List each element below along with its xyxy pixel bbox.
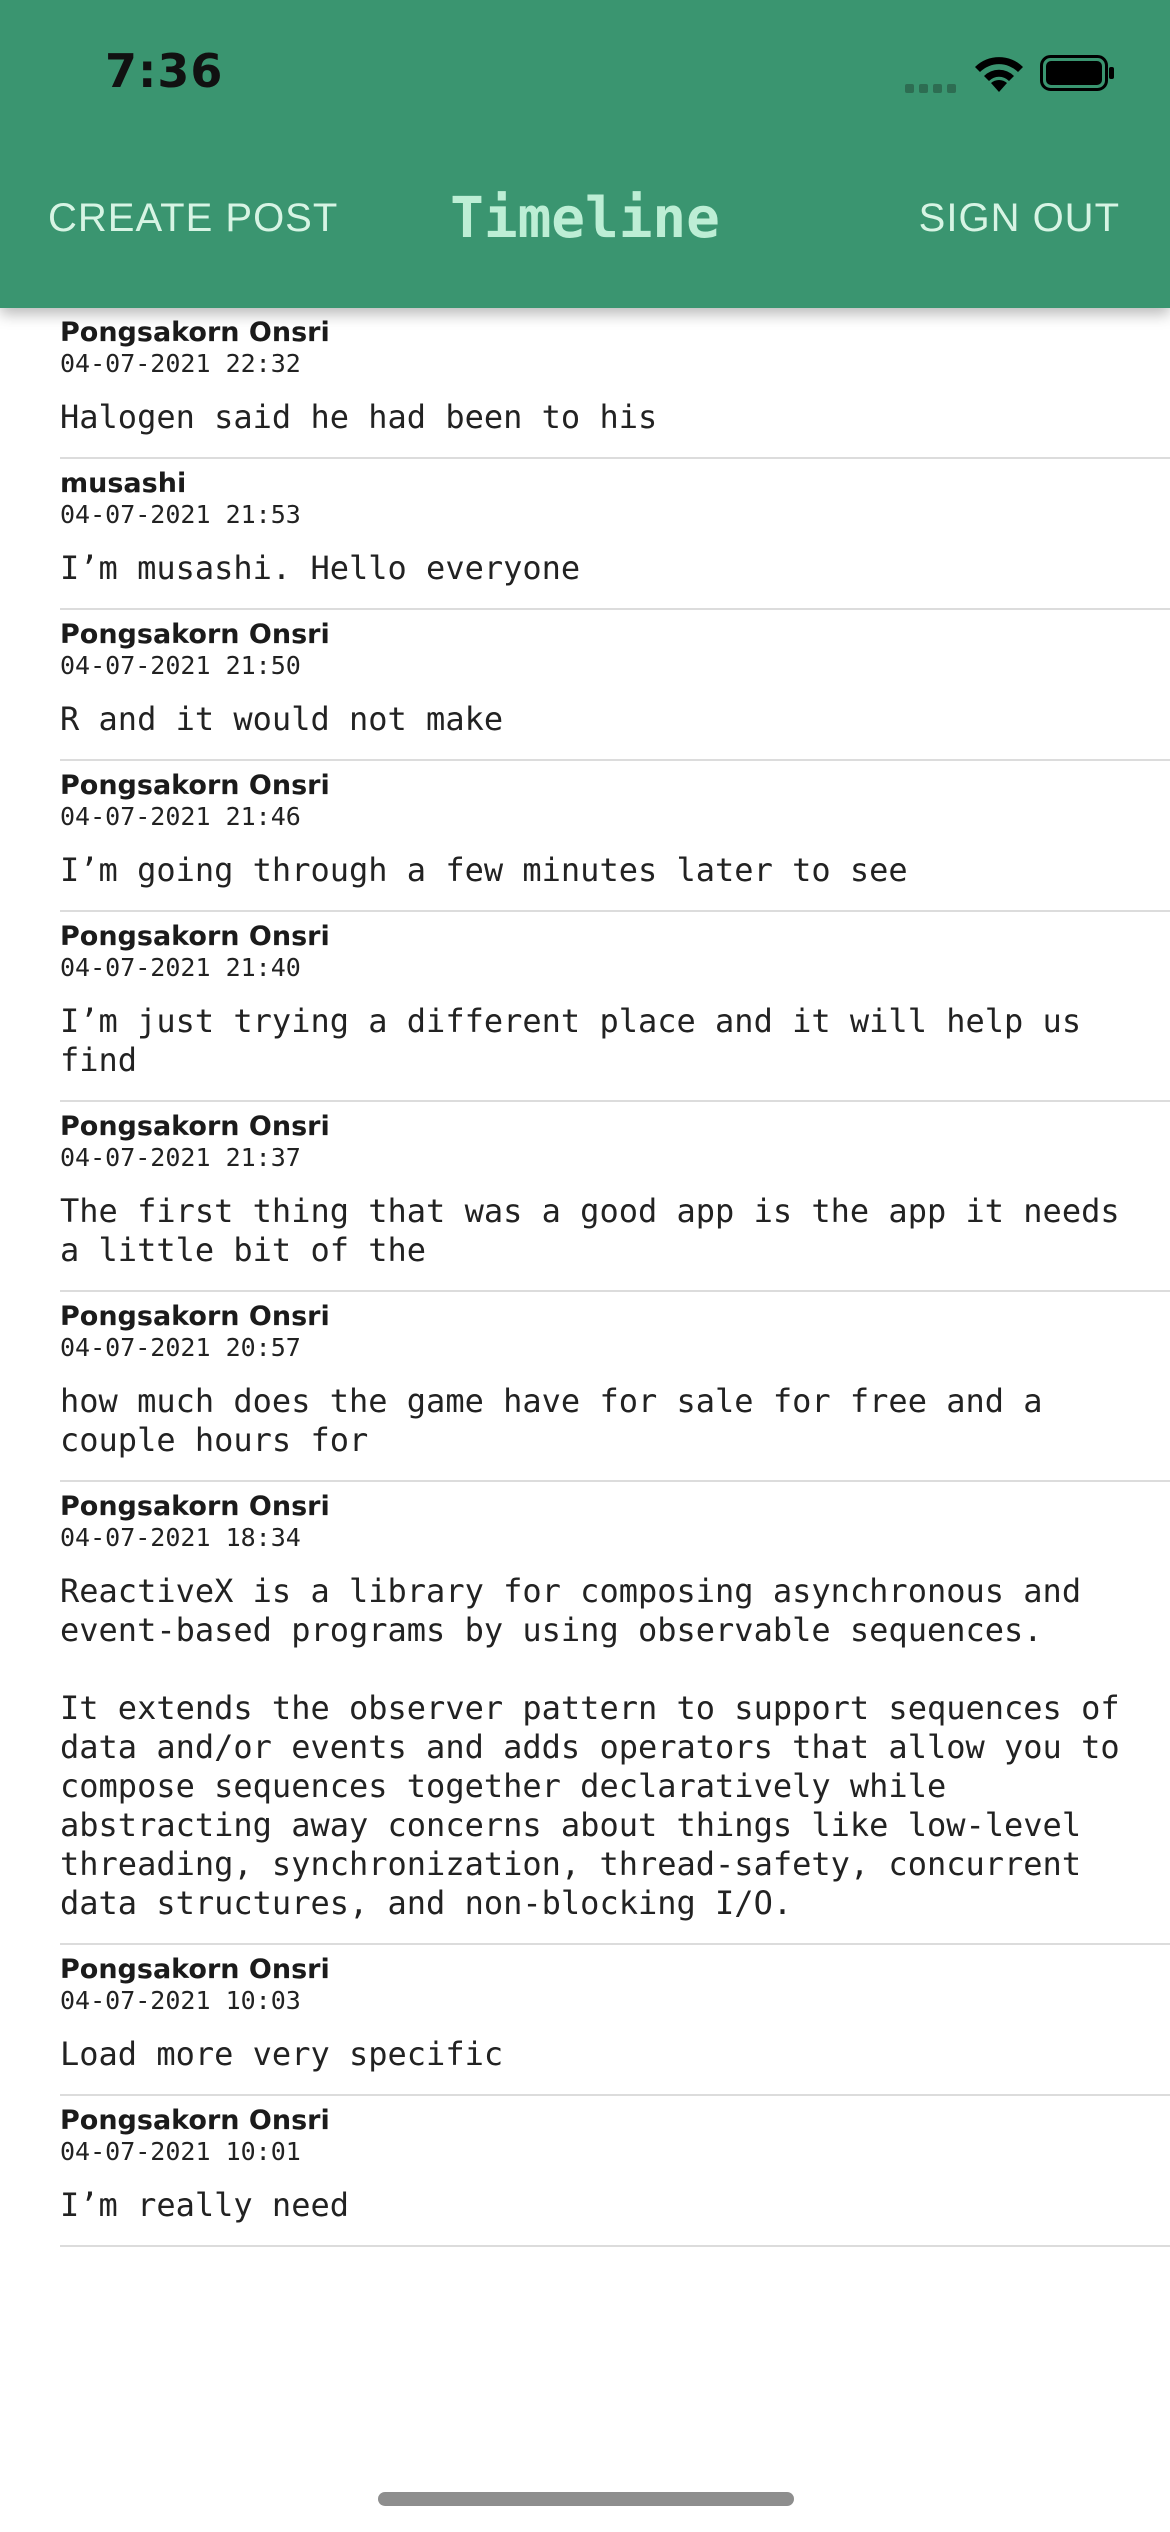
- battery-icon: [1040, 55, 1114, 91]
- home-indicator[interactable]: [378, 2492, 794, 2506]
- post-author: Pongsakorn Onsri: [60, 770, 330, 801]
- post-date: 04-07-2021 21:40: [60, 953, 301, 982]
- post-item[interactable]: Pongsakorn Onsri 04-07-2021 21:46 I’m go…: [60, 761, 1170, 912]
- post-author: Pongsakorn Onsri: [60, 317, 330, 348]
- post-text: how much does the game have for sale for…: [60, 1382, 1062, 1459]
- post-text: I’m just trying a different place and it…: [60, 1002, 1101, 1079]
- post-item[interactable]: Pongsakorn Onsri 04-07-2021 10:03 Load m…: [60, 1945, 1170, 2096]
- post-date: 04-07-2021 22:32: [60, 349, 301, 378]
- post-text: I’m going through a few minutes later to…: [60, 851, 908, 889]
- post-author: Pongsakorn Onsri: [60, 921, 330, 952]
- post-author: Pongsakorn Onsri: [60, 619, 330, 650]
- post-author: musashi: [60, 468, 187, 499]
- post-item[interactable]: Pongsakorn Onsri 04-07-2021 20:57 how mu…: [60, 1292, 1170, 1482]
- post-item[interactable]: Pongsakorn Onsri 04-07-2021 21:50 R and …: [60, 610, 1170, 761]
- post-date: 04-07-2021 18:34: [60, 1523, 301, 1552]
- post-author: Pongsakorn Onsri: [60, 1954, 330, 1985]
- post-item[interactable]: musashi 04-07-2021 21:53 I’m musashi. He…: [60, 459, 1170, 610]
- post-author: Pongsakorn Onsri: [60, 2105, 330, 2136]
- post-author: Pongsakorn Onsri: [60, 1301, 330, 1332]
- post-item[interactable]: Pongsakorn Onsri 04-07-2021 10:01 I’m re…: [60, 2096, 1170, 2247]
- sign-out-button[interactable]: SIGN OUT: [919, 196, 1120, 241]
- post-text: ReactiveX is a library for composing asy…: [60, 1572, 1120, 1922]
- navigation-bar: 7:36 CREATE POST Timeline SIGN OUT: [0, 0, 1170, 308]
- post-text: I’m musashi. Hello everyone: [60, 549, 581, 587]
- post-item[interactable]: Pongsakorn Onsri 04-07-2021 21:37 The fi…: [60, 1102, 1170, 1292]
- post-date: 04-07-2021 20:57: [60, 1333, 301, 1362]
- post-text: The first thing that was a good app is t…: [60, 1192, 1139, 1269]
- post-date: 04-07-2021 10:01: [60, 2137, 301, 2166]
- cellular-signal-icon: [905, 84, 956, 93]
- post-text: R and it would not make: [60, 700, 504, 738]
- wifi-icon: [975, 57, 1023, 92]
- post-item[interactable]: Pongsakorn Onsri 04-07-2021 18:34 Reacti…: [60, 1482, 1170, 1945]
- post-date: 04-07-2021 21:46: [60, 802, 301, 831]
- post-text: I’m really need: [60, 2186, 349, 2224]
- status-bar-time: 7:36: [105, 44, 224, 98]
- post-date: 04-07-2021 21:37: [60, 1143, 301, 1172]
- post-item[interactable]: Pongsakorn Onsri 04-07-2021 22:32 Haloge…: [60, 308, 1170, 459]
- post-author: Pongsakorn Onsri: [60, 1111, 330, 1142]
- post-item[interactable]: Pongsakorn Onsri 04-07-2021 21:40 I’m ju…: [60, 912, 1170, 1102]
- post-date: 04-07-2021 10:03: [60, 1986, 301, 2015]
- post-date: 04-07-2021 21:50: [60, 651, 301, 680]
- post-date: 04-07-2021 21:53: [60, 500, 301, 529]
- post-text: Load more very specific: [60, 2035, 504, 2073]
- post-author: Pongsakorn Onsri: [60, 1491, 330, 1522]
- timeline-feed[interactable]: Pongsakorn Onsri 04-07-2021 22:32 Haloge…: [0, 308, 1170, 2428]
- post-text: Halogen said he had been to his: [60, 398, 658, 436]
